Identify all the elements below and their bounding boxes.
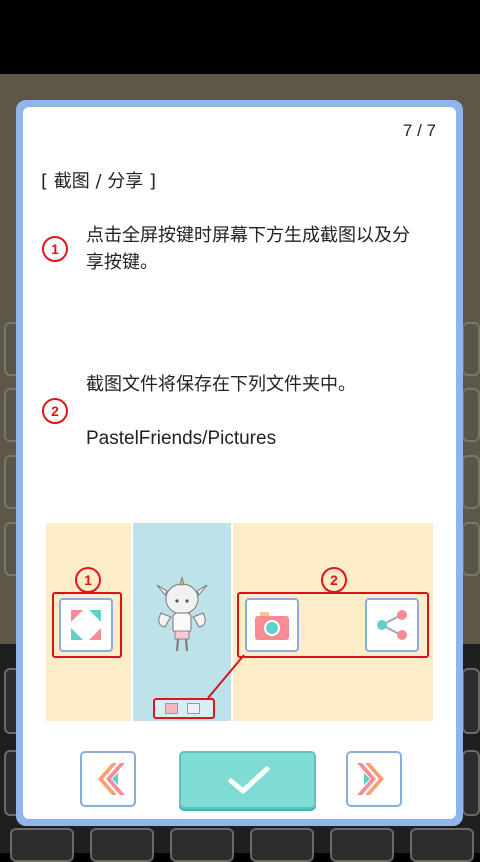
screenshot-button-example	[245, 598, 299, 652]
background-tile	[250, 828, 314, 862]
background-tile	[10, 828, 74, 862]
callout-number-2: 2	[321, 567, 347, 593]
background-side-button	[462, 322, 480, 376]
background-tile	[410, 828, 474, 862]
background-tile	[330, 828, 394, 862]
camera-icon	[255, 612, 289, 640]
double-chevron-left-icon	[98, 763, 125, 795]
background-side-button	[462, 455, 480, 509]
step-number-1: 1	[42, 236, 68, 262]
checkmark-icon	[228, 766, 270, 794]
step-1-text-line1: 点击全屏按键时屏幕下方生成截图以及分	[86, 225, 410, 246]
background-tile	[462, 668, 480, 734]
step-2-text-line1: 截图文件将保存在下列文件夹中。	[86, 374, 356, 395]
background-side-button	[462, 388, 480, 442]
step-2-text-line2: PastelFriends/Pictures	[86, 428, 277, 449]
previous-page-button[interactable]	[80, 751, 136, 807]
background-tile	[170, 828, 234, 862]
step-number-2: 2	[42, 398, 68, 424]
next-page-button[interactable]	[346, 751, 402, 807]
confirm-button[interactable]	[179, 751, 316, 809]
background-side-button	[462, 522, 480, 576]
callout-number-1: 1	[75, 567, 101, 593]
screenshot-illustration: 1 2	[46, 523, 433, 721]
fullscreen-icon	[71, 610, 101, 640]
tutorial-dialog: 7 / 7 [ 截图 / 分享 ] 1 点击全屏按键时屏幕下方生成截图以及分 享…	[16, 100, 463, 826]
background-tile	[462, 750, 480, 816]
page-indicator: 7 / 7	[402, 121, 436, 140]
top-black-bar	[0, 0, 480, 74]
fullscreen-button-example	[59, 598, 113, 652]
double-chevron-right-icon	[357, 763, 384, 795]
tutorial-dialog-body: 7 / 7 [ 截图 / 分享 ] 1 点击全屏按键时屏幕下方生成截图以及分 享…	[23, 107, 456, 819]
step-1-text-line2: 享按键。	[86, 252, 158, 273]
share-button-example	[365, 598, 419, 652]
background-tile	[90, 828, 154, 862]
share-icon	[377, 610, 407, 640]
section-title: [ 截图 / 分享 ]	[41, 171, 156, 192]
